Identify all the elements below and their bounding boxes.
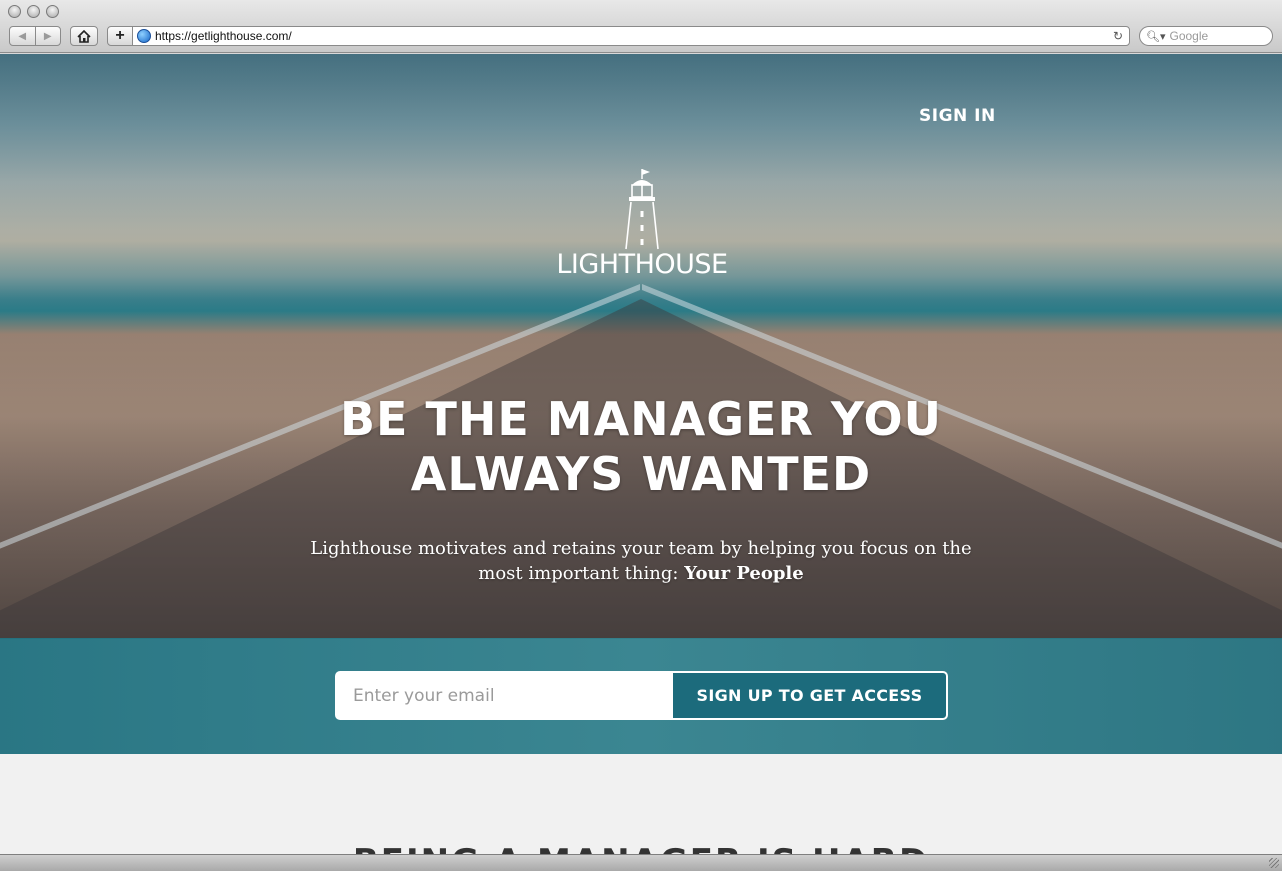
back-arrow-icon: ◀	[18, 30, 27, 42]
sign-up-button[interactable]: SIGN UP TO GET ACCESS	[671, 671, 948, 720]
search-field[interactable]: 🔍︎▾ Google	[1139, 26, 1273, 46]
back-button[interactable]: ◀	[10, 27, 35, 45]
address-bar[interactable]: https://getlighthouse.com/ ↻	[132, 26, 1130, 46]
subhead-emphasis: Your People	[684, 563, 804, 584]
history-nav: ◀ ▶	[9, 26, 61, 46]
search-icon: 🔍︎▾	[1146, 30, 1166, 43]
lighthouse-icon	[625, 169, 659, 250]
hero-subheadline: Lighthouse motivates and retains your te…	[300, 536, 982, 586]
close-window-button[interactable]	[8, 5, 21, 18]
home-icon	[77, 29, 91, 43]
zoom-window-button[interactable]	[46, 5, 59, 18]
forward-button[interactable]: ▶	[34, 27, 61, 45]
status-bar	[0, 854, 1282, 871]
hero-section: SIGN IN LIGHTHOUSE BE THE MANAGER YOU AL…	[0, 54, 1282, 854]
forward-arrow-icon: ▶	[43, 30, 52, 42]
home-button[interactable]	[70, 26, 98, 46]
headline-line-2: ALWAYS WANTED	[410, 447, 872, 501]
reload-icon[interactable]: ↻	[1113, 29, 1123, 43]
logo-wordmark: LIGHTHOUSE	[556, 249, 728, 280]
features-section: BEING A MANAGER IS HARD	[0, 754, 1282, 854]
plus-icon: +	[115, 27, 125, 44]
minimize-window-button[interactable]	[27, 5, 40, 18]
globe-icon	[137, 29, 151, 43]
signup-band: SIGN UP TO GET ACCESS	[0, 638, 1282, 754]
url-text: https://getlighthouse.com/	[155, 29, 292, 43]
headline-line-1: BE THE MANAGER YOU	[339, 392, 943, 446]
browser-toolbar: ◀ ▶ + https://getlighthouse.com/ ↻ 🔍︎▾ G…	[0, 0, 1282, 53]
resize-grip-icon[interactable]	[1269, 858, 1279, 868]
sign-in-link[interactable]: SIGN IN	[919, 106, 996, 126]
search-placeholder: Google	[1169, 29, 1209, 43]
window-controls	[8, 5, 59, 18]
section-title: BEING A MANAGER IS HARD	[0, 842, 1282, 854]
hero-headline: BE THE MANAGER YOU ALWAYS WANTED	[240, 392, 1042, 502]
add-bookmark-button[interactable]: +	[107, 26, 133, 46]
subhead-line-2: most important thing:	[478, 563, 679, 584]
lighthouse-logo[interactable]: LIGHTHOUSE	[552, 169, 732, 280]
email-input[interactable]	[335, 671, 673, 720]
page-viewport: SIGN IN LIGHTHOUSE BE THE MANAGER YOU AL…	[0, 54, 1282, 854]
subhead-line-1: Lighthouse motivates and retains your te…	[310, 538, 972, 559]
